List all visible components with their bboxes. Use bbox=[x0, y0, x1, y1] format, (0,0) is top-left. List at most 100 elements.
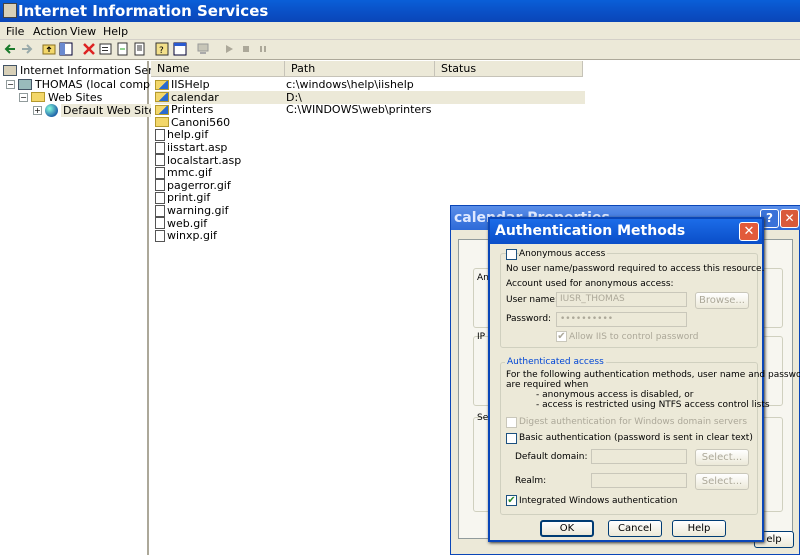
forward-arrow-icon[interactable] bbox=[20, 42, 34, 56]
web-site-icon bbox=[45, 103, 58, 117]
basic-auth-checkbox[interactable] bbox=[506, 433, 517, 444]
column-header-status[interactable]: Status bbox=[435, 61, 583, 77]
iis-app-icon bbox=[3, 3, 17, 18]
auth-desc-line-1: For the following authentication methods… bbox=[506, 370, 800, 380]
allow-iis-label: Allow IIS to control password bbox=[569, 332, 699, 342]
anonymous-label: Anonymous access bbox=[519, 249, 608, 259]
list-item[interactable]: calendar D:\ bbox=[155, 90, 585, 104]
list-item[interactable]: mmc.gif bbox=[155, 166, 585, 179]
file-icon bbox=[155, 154, 165, 167]
menu-file[interactable]: File bbox=[6, 25, 24, 38]
list-item-name: warning.gif bbox=[167, 204, 229, 217]
close-icon[interactable]: ✕ bbox=[780, 209, 799, 228]
tree-default-web-site[interactable]: + Default Web Site bbox=[33, 103, 158, 117]
column-header-name[interactable]: Name bbox=[151, 61, 285, 77]
console-tree: Internet Information Services − THOMAS (… bbox=[0, 61, 181, 555]
password-input[interactable]: •••••••••• bbox=[556, 312, 687, 327]
select-domain-button[interactable]: Select... bbox=[695, 449, 749, 466]
auth-desc-line-2: are required when bbox=[506, 380, 589, 390]
virtual-dir-icon bbox=[155, 104, 169, 115]
list-item-name-cell: web.gif bbox=[155, 217, 286, 230]
file-icon bbox=[155, 204, 165, 217]
list-item-name-cell: localstart.asp bbox=[155, 154, 286, 167]
browse-button[interactable]: Browse... bbox=[695, 292, 749, 309]
pause-icon[interactable] bbox=[256, 42, 270, 56]
list-item-name: calendar bbox=[171, 90, 219, 104]
computer-icon[interactable] bbox=[196, 42, 210, 56]
list-item[interactable]: localstart.asp bbox=[155, 154, 585, 167]
mmc-window-icon[interactable] bbox=[173, 42, 187, 56]
default-domain-label: Default domain: bbox=[515, 452, 588, 462]
anonymous-checkbox[interactable] bbox=[506, 249, 517, 260]
up-folder-icon[interactable] bbox=[42, 42, 56, 56]
list-item-path: D:\ bbox=[286, 90, 302, 104]
integrated-windows-checkbox[interactable]: ✔ bbox=[506, 495, 517, 506]
expand-icon[interactable]: + bbox=[33, 105, 42, 115]
cancel-button[interactable]: Cancel bbox=[608, 520, 662, 537]
digest-label: Digest authentication for Windows domain… bbox=[519, 417, 748, 427]
password-label: Password: bbox=[506, 314, 552, 324]
anonymous-description: No user name/password required to access… bbox=[506, 264, 765, 274]
select-realm-button[interactable]: Select... bbox=[695, 473, 749, 490]
authenticated-header: Authenticated access bbox=[505, 357, 606, 367]
default-domain-input[interactable] bbox=[591, 449, 687, 464]
ok-button[interactable]: OK bbox=[540, 520, 594, 537]
list-item-name-cell: mmc.gif bbox=[155, 166, 286, 179]
list-item[interactable]: print.gif bbox=[155, 191, 585, 204]
list-item-name-cell: Canoni560 bbox=[155, 116, 286, 129]
delete-icon[interactable] bbox=[82, 42, 96, 56]
iis-root-icon bbox=[3, 64, 17, 76]
svg-text:?: ? bbox=[159, 46, 164, 56]
list-item[interactable]: Canoni560 bbox=[155, 116, 585, 129]
stop-icon[interactable] bbox=[239, 42, 253, 56]
realm-input[interactable] bbox=[591, 473, 687, 488]
list-item-name-cell: warning.gif bbox=[155, 204, 286, 217]
collapse-icon[interactable]: − bbox=[19, 92, 28, 102]
list-item[interactable]: IISHelp c:\windows\help\iishelp bbox=[155, 78, 585, 91]
play-icon[interactable] bbox=[222, 42, 236, 56]
virtual-dir-icon bbox=[155, 92, 169, 103]
list-item[interactable]: Printers C:\WINDOWS\web\printers bbox=[155, 103, 585, 116]
list-item-name: Printers bbox=[171, 103, 214, 117]
close-icon[interactable]: ✕ bbox=[739, 222, 759, 241]
help-button[interactable]: Help bbox=[672, 520, 726, 537]
list-item[interactable]: iisstart.asp bbox=[155, 141, 585, 154]
virtual-dir-icon bbox=[155, 79, 169, 90]
list-item-name-cell: print.gif bbox=[155, 191, 286, 204]
tree-web-sites[interactable]: − Web Sites bbox=[19, 90, 102, 104]
list-item-name: localstart.asp bbox=[167, 153, 242, 167]
folder-icon bbox=[155, 117, 169, 128]
list-item[interactable]: pagerror.gif bbox=[155, 179, 585, 192]
column-header-path[interactable]: Path bbox=[285, 61, 435, 77]
list-item-name: winxp.gif bbox=[167, 229, 217, 243]
file-icon bbox=[155, 191, 165, 204]
allow-iis-checkbox[interactable]: ✔ bbox=[556, 331, 567, 342]
title-bar[interactable]: Internet Information Services bbox=[0, 0, 800, 22]
list-item-name: mmc.gif bbox=[167, 166, 212, 180]
menu-action[interactable]: Action bbox=[33, 25, 67, 38]
help-book-icon[interactable]: ? bbox=[155, 42, 169, 56]
menu-help[interactable]: Help bbox=[103, 25, 128, 38]
auth-title-bar[interactable]: Authentication Methods bbox=[490, 219, 762, 244]
username-input[interactable]: IUSR_THOMAS bbox=[556, 292, 687, 307]
back-arrow-icon[interactable] bbox=[3, 42, 17, 56]
file-icon bbox=[155, 166, 165, 179]
file-icon bbox=[155, 141, 165, 154]
show-tree-icon[interactable] bbox=[59, 42, 73, 56]
file-icon bbox=[155, 229, 165, 242]
toolbar: ? bbox=[0, 40, 800, 60]
basic-auth-label: Basic authentication (password is sent i… bbox=[519, 433, 753, 443]
export-list-icon[interactable] bbox=[133, 42, 147, 56]
collapse-icon[interactable]: − bbox=[6, 79, 15, 89]
file-icon bbox=[155, 128, 165, 141]
refresh-icon[interactable] bbox=[116, 42, 130, 56]
list-item[interactable]: help.gif bbox=[155, 128, 585, 141]
digest-checkbox[interactable] bbox=[506, 417, 517, 428]
properties-icon[interactable] bbox=[99, 42, 113, 56]
tree-web-sites-label: Web Sites bbox=[48, 90, 103, 104]
list-item-name-cell: iisstart.asp bbox=[155, 141, 286, 154]
list-item-name-cell: calendar bbox=[155, 91, 286, 104]
list-item-name: help.gif bbox=[167, 128, 209, 142]
auth-desc-line-3: - anonymous access is disabled, or bbox=[536, 390, 694, 400]
menu-view[interactable]: View bbox=[70, 25, 96, 38]
